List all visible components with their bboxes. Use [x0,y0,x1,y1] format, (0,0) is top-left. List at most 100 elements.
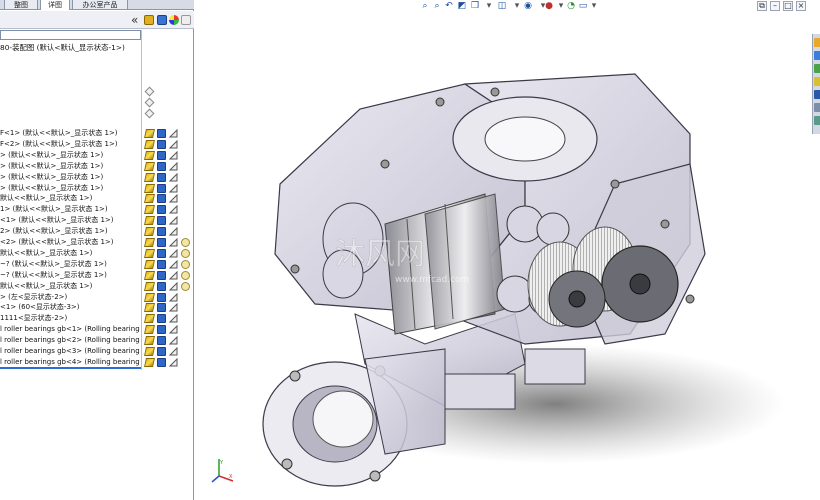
tree-row[interactable]: <1> (默认<<默认>_显示状态 1>) [0,215,194,226]
component-icon[interactable] [157,227,166,237]
design-library-icon[interactable] [814,51,820,60]
component-icon[interactable] [157,357,166,367]
display-state-icon[interactable] [169,336,178,345]
close-button[interactable]: × [796,1,806,11]
tab-1[interactable]: 详图 [40,0,70,10]
tree-row[interactable]: 1> (默认<<默认>_显示状态 1>) [0,204,194,215]
section-view-icon[interactable]: ◩ [457,1,467,11]
tree-row[interactable]: F<1> (默认<<默认>_显示状态 1>) [0,128,194,139]
component-icon[interactable] [157,303,166,313]
mate-icon[interactable] [144,270,155,280]
tree-row[interactable]: F<2> (默认<<默认>_显示状态 1>) [0,139,194,150]
mate-icon[interactable] [144,357,155,367]
view-palette-icon[interactable] [814,77,820,86]
component-icon[interactable] [157,150,166,160]
tree-row[interactable]: l roller bearings gb<1> (Rolling bearing [0,324,194,335]
appearances-icon[interactable] [814,90,820,99]
display-state-icon[interactable] [169,281,178,291]
mate-icon[interactable] [144,336,155,346]
display-state-icon[interactable] [169,238,178,247]
view-settings-icon[interactable]: ▭ [578,1,588,11]
mate-icon[interactable] [144,248,155,258]
dropdown-arrow-icon[interactable]: ▾ [556,1,566,11]
display-state-icon[interactable] [169,194,178,203]
tree-row[interactable]: 默认<<默认>_显示状态 1>) [0,193,194,204]
mate-icon[interactable] [144,325,155,335]
tree-row[interactable]: ~? (默认<<默认>_显示状态 1>) [0,259,194,270]
tree-row[interactable]: > (默认<<默认>_显示状态 1>) [0,161,194,172]
display-state-icon[interactable] [169,183,178,193]
display-state-icon[interactable] [169,259,178,269]
component-icon[interactable] [157,248,166,258]
tree-row[interactable]: > (默认<<默认>_显示状态 1>) [0,183,194,194]
tab-2[interactable]: 办公室产品 [72,0,128,10]
component-icon[interactable] [157,129,166,138]
display-state-icon[interactable] [169,357,178,367]
dropdown-arrow-icon[interactable]: ▾ [589,1,599,11]
assembly-root-label[interactable]: 80-装配图 (默认<默认_显示状态-1>) [0,42,125,53]
tree-filter-input[interactable] [0,30,141,40]
tree-row[interactable]: > (默认<<默认>_显示状态 1>) [0,150,194,161]
display-state-icon[interactable] [169,292,178,302]
component-icon[interactable] [157,205,166,215]
mate-icon[interactable] [144,150,155,160]
mate-icon[interactable] [144,227,155,237]
appearance-override-icon[interactable] [181,270,190,280]
display-state-icon[interactable] [169,205,178,214]
component-filter-icon[interactable] [157,15,167,25]
tree-row[interactable]: > (默认<<默认>_显示状态 1>) [0,172,194,183]
graphics-area[interactable]: 沐风网 www.mfcad.com [195,14,812,500]
restore-button[interactable]: ⧉ [757,1,767,11]
maximize-button[interactable]: □ [783,1,793,11]
zoom-area-icon[interactable]: ⌕ [432,1,442,11]
mate-icon[interactable] [144,172,155,182]
mate-icon[interactable] [144,205,155,215]
display-state-icon[interactable] [169,161,178,171]
forum-icon[interactable] [814,116,820,125]
display-state-icon[interactable] [169,216,178,225]
mate-icon[interactable] [144,347,155,356]
mate-icon[interactable] [144,129,155,138]
mate-icon[interactable] [144,281,155,291]
previous-view-icon[interactable]: ↶ [444,1,454,11]
mate-filter-icon[interactable] [144,15,154,25]
display-state-icon[interactable] [169,172,178,182]
display-state-icon[interactable] [169,325,178,334]
component-icon[interactable] [157,336,166,346]
component-icon[interactable] [157,172,166,182]
collapse-panel-button[interactable]: « [131,13,138,27]
file-explorer-icon[interactable] [814,64,820,73]
component-icon[interactable] [157,238,166,247]
component-icon[interactable] [157,347,166,356]
component-icon[interactable] [157,139,166,149]
tree-row[interactable]: 默认<<默认>_显示状态 1>) [0,248,194,259]
mate-icon[interactable] [144,139,155,149]
component-icon[interactable] [157,183,166,193]
display-pane-icon[interactable] [181,15,191,25]
mate-icon[interactable] [144,161,155,171]
tree-row[interactable]: <1> (60<显示状态-3>) [0,302,194,313]
component-icon[interactable] [157,292,166,302]
component-icon[interactable] [157,161,166,171]
tree-row[interactable]: > (左<显示状态-2>) [0,292,194,303]
display-state-icon[interactable] [169,139,178,149]
component-icon[interactable] [157,325,166,335]
display-state-icon[interactable] [169,150,178,160]
resources-icon[interactable] [814,38,820,47]
component-icon[interactable] [157,270,166,280]
appearance-override-icon[interactable] [181,238,190,247]
custom-properties-icon[interactable] [814,103,820,112]
view-orientation-icon[interactable]: ❒ [470,1,480,11]
appearance-override-icon[interactable] [181,248,190,258]
mate-icon[interactable] [144,259,155,269]
tree-row[interactable]: ~? (默认<<默认>_显示状态 1>) [0,270,194,281]
display-state-icon[interactable] [169,270,178,280]
dropdown-arrow-icon[interactable]: ▾ [484,1,494,11]
display-state-icon[interactable] [169,248,178,258]
tree-row[interactable]: <2> (默认<<默认>_显示状态 1>) [0,237,194,248]
mate-icon[interactable] [144,183,155,193]
tree-row[interactable]: 2> (默认<<默认>_显示状态 1>) [0,226,194,237]
tree-row[interactable]: 1111<显示状态-2>) [0,313,194,324]
hide-show-icon[interactable]: ◉ [523,1,533,11]
display-state-icon[interactable] [169,129,178,138]
